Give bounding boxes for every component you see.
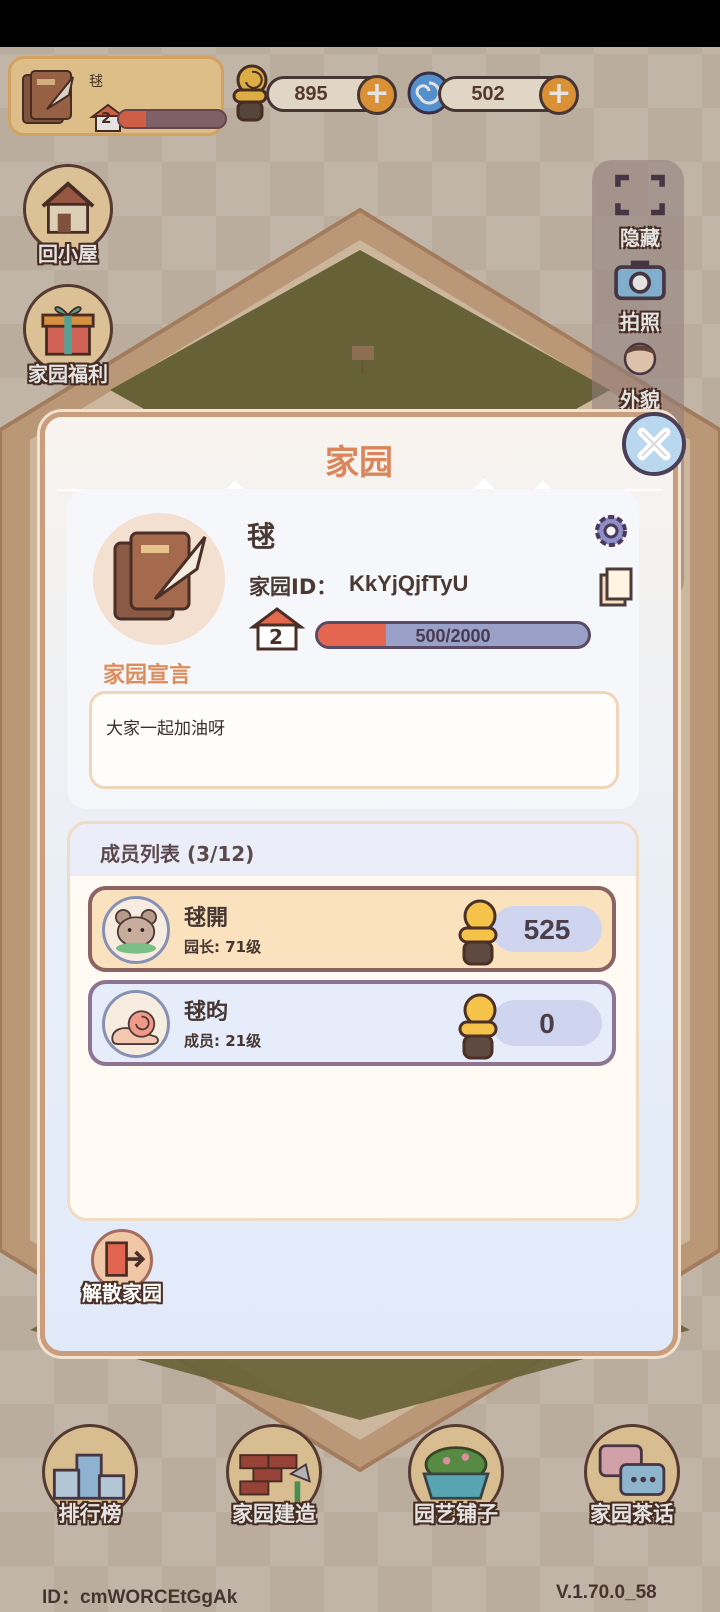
declaration-text: 大家一起加油呀 [106,719,225,739]
member-role: 园长: 71级 [184,938,262,956]
member-name: 毬開 [184,906,229,931]
gear-icon[interactable] [591,511,631,551]
member-score: 0 [539,1008,555,1039]
home-name: 毬 [247,520,276,553]
home-exp-bar: 500/2000 [315,621,591,649]
close-icon [637,427,671,461]
home-avatar[interactable] [93,513,225,645]
member-score-pill: 0 [492,1000,602,1046]
disband-home-button[interactable]: 解散家园 [67,1229,177,1306]
member-role: 成员: 21级 [184,1032,262,1050]
copy-icon[interactable] [599,567,633,607]
home-dialog: 家园 家园宣言 毬 家园ID： KkYjQjfTyU 2 500/2000 大家… [40,412,678,1356]
home-exp-text: 500/2000 [415,626,491,646]
close-button[interactable] [622,412,686,476]
member-score-pill: 525 [492,906,602,952]
dialog-title: 家园 [325,443,393,483]
member-list-box: 成员列表 (3/12) 毬開 园长: 71级 525 毬昀 成员: 21级 0 [67,821,639,1221]
member-name: 毬昀 [184,1000,229,1025]
home-id-value: KkYjQjfTyU [349,571,469,596]
home-id-label: 家园ID： [249,575,338,599]
declaration-label: 家园宣言 [103,663,192,688]
disband-home-label: 解散家园 [82,1281,162,1305]
member-row[interactable]: 毬昀 成员: 21级 0 [88,980,616,1066]
snail-score-icon [458,993,498,1060]
home-level-badge-number: 2 [269,625,283,649]
member-list-header: 成员列表 (3/12) [70,824,636,876]
member-row[interactable]: 毬開 园长: 71级 525 [88,886,616,972]
member-score: 525 [523,914,571,945]
bear-avatar [102,896,170,964]
declaration-box[interactable]: 大家一起加油呀 [89,691,619,789]
snail-avatar [102,990,170,1058]
snail-score-icon [458,899,498,966]
member-list-title: 成员列表 (3/12) [100,842,255,866]
book-feather-icon [113,531,207,621]
